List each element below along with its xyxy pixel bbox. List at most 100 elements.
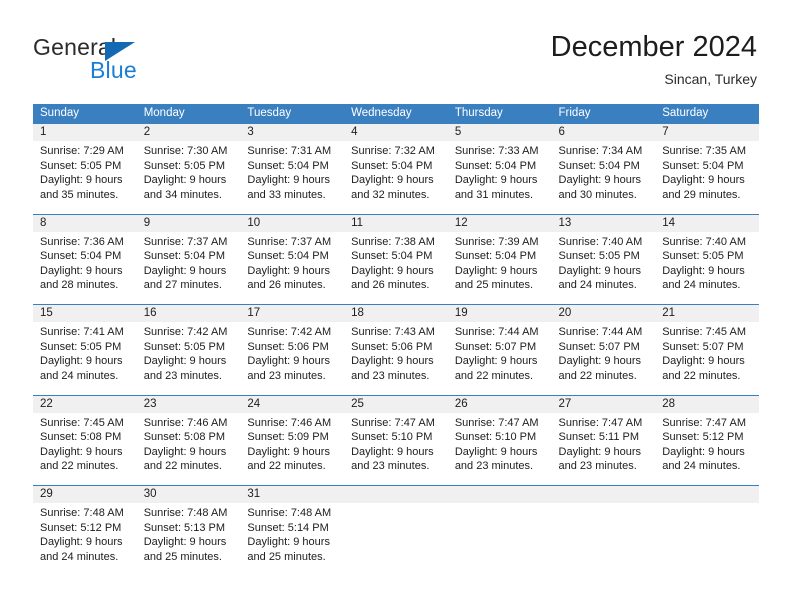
sunrise-label: Sunrise: 7:37 AM [143, 235, 228, 248]
daylight-label-cont: and 25 minutes. [454, 279, 534, 292]
day-cell[interactable]: Sunrise: 7:44 AM Sunset: 5:07 PM Dayligh… [448, 322, 552, 395]
weekday-header-thursday: Thursday [447, 104, 552, 124]
day-cell[interactable]: Sunrise: 7:43 AM Sunset: 5:06 PM Dayligh… [344, 322, 448, 395]
day-cell[interactable]: Sunrise: 7:47 AM Sunset: 5:11 PM Dayligh… [552, 413, 656, 486]
day-cell[interactable]: Sunrise: 7:44 AM Sunset: 5:07 PM Dayligh… [552, 322, 656, 395]
daylight-label-cont: and 35 minutes. [40, 188, 119, 201]
day-cell[interactable]: Sunrise: 7:37 AM Sunset: 5:04 PM Dayligh… [240, 232, 344, 305]
day-cell[interactable]: Sunrise: 7:47 AM Sunset: 5:10 PM Dayligh… [344, 413, 448, 486]
sunset-label: Sunset: 5:04 PM [247, 159, 329, 172]
sunrise-label: Sunrise: 7:31 AM [247, 145, 332, 157]
day-number[interactable]: 11 [344, 213, 448, 232]
daylight-label: Daylight: 9 hours [558, 264, 642, 277]
day-cell[interactable]: Sunrise: 7:30 AM Sunset: 5:05 PM Dayligh… [137, 141, 241, 214]
sunrise-label: Sunrise: 7:44 AM [558, 326, 643, 338]
day-cell[interactable]: Sunrise: 7:48 AM Sunset: 5:12 PM Dayligh… [33, 503, 137, 576]
day-number[interactable]: 26 [447, 394, 552, 413]
sunrise-sunset-calendar: Sunday Monday Tuesday Wednesday Thursday… [33, 104, 759, 576]
day-number[interactable]: 28 [655, 394, 759, 413]
day-cell[interactable]: Sunrise: 7:38 AM Sunset: 5:04 PM Dayligh… [344, 232, 448, 305]
day-cell[interactable]: Sunrise: 7:48 AM Sunset: 5:14 PM Dayligh… [240, 503, 344, 576]
day-number[interactable]: 16 [136, 304, 241, 322]
day-cell[interactable]: Sunrise: 7:35 AM Sunset: 5:04 PM Dayligh… [655, 141, 759, 214]
daylight-label-cont: and 23 minutes. [454, 460, 534, 473]
day-cell[interactable]: Sunrise: 7:45 AM Sunset: 5:07 PM Dayligh… [655, 322, 759, 395]
sunset-label: Sunset: 5:06 PM [351, 340, 433, 353]
sunset-label: Sunset: 5:05 PM [558, 250, 640, 263]
day-cell[interactable]: Sunrise: 7:29 AM Sunset: 5:05 PM Dayligh… [33, 141, 137, 214]
sunrise-label: Sunrise: 7:47 AM [454, 416, 539, 429]
day-number[interactable]: 22 [33, 394, 137, 413]
day-number[interactable]: 19 [447, 304, 552, 322]
day-cell[interactable]: Sunrise: 7:33 AM Sunset: 5:04 PM Dayligh… [448, 141, 552, 214]
day-cell[interactable]: Sunrise: 7:39 AM Sunset: 5:04 PM Dayligh… [448, 232, 552, 305]
day-number[interactable]: 5 [447, 123, 552, 141]
day-cell[interactable]: Sunrise: 7:36 AM Sunset: 5:04 PM Dayligh… [33, 232, 137, 305]
day-number[interactable]: 13 [551, 213, 656, 232]
daylight-label-cont: and 23 minutes. [351, 460, 430, 473]
day-number[interactable]: 21 [655, 304, 759, 322]
sunset-label: Sunset: 5:11 PM [558, 431, 640, 444]
sunset-label: Sunset: 5:04 PM [454, 159, 537, 172]
page-title: December 2024 [550, 31, 757, 63]
day-number[interactable]: 27 [551, 394, 656, 413]
day-cell-empty [551, 503, 656, 576]
day-number[interactable]: 8 [33, 213, 137, 232]
daylight-label: Daylight: 9 hours [40, 355, 123, 368]
daylight-label: Daylight: 9 hours [558, 174, 642, 187]
day-number[interactable]: 9 [136, 213, 241, 232]
day-cell[interactable]: Sunrise: 7:42 AM Sunset: 5:06 PM Dayligh… [240, 322, 344, 395]
day-cell[interactable]: Sunrise: 7:34 AM Sunset: 5:04 PM Dayligh… [552, 141, 656, 214]
day-cell[interactable]: Sunrise: 7:31 AM Sunset: 5:04 PM Dayligh… [240, 141, 344, 214]
day-cell[interactable]: Sunrise: 7:46 AM Sunset: 5:09 PM Dayligh… [240, 413, 344, 486]
day-cell[interactable]: Sunrise: 7:40 AM Sunset: 5:05 PM Dayligh… [655, 232, 759, 305]
calendar-page: General Blue December 2024 Sincan, Turke… [0, 0, 792, 612]
day-number[interactable]: 17 [240, 304, 345, 322]
day-number[interactable]: 12 [447, 213, 552, 232]
sunrise-label: Sunrise: 7:40 AM [558, 235, 643, 248]
day-number[interactable]: 7 [655, 123, 759, 141]
day-number[interactable]: 25 [344, 394, 448, 413]
sunset-label: Sunset: 5:04 PM [247, 250, 329, 263]
day-cell[interactable]: Sunrise: 7:42 AM Sunset: 5:05 PM Dayligh… [137, 322, 241, 395]
title-block: December 2024 Sincan, Turkey [551, 30, 757, 89]
day-number[interactable]: 23 [136, 394, 241, 413]
day-number[interactable]: 10 [240, 213, 345, 232]
day-number[interactable]: 31 [240, 485, 345, 503]
weekday-header-row: Sunday Monday Tuesday Wednesday Thursday… [33, 104, 759, 124]
day-number[interactable]: 2 [136, 123, 241, 141]
day-number[interactable]: 30 [136, 485, 241, 503]
day-cell[interactable]: Sunrise: 7:41 AM Sunset: 5:05 PM Dayligh… [33, 322, 137, 395]
daylight-label: Daylight: 9 hours [143, 264, 227, 277]
day-cell[interactable]: Sunrise: 7:37 AM Sunset: 5:04 PM Dayligh… [137, 232, 241, 305]
day-cell[interactable]: Sunrise: 7:47 AM Sunset: 5:10 PM Dayligh… [448, 413, 552, 486]
day-cell[interactable]: Sunrise: 7:47 AM Sunset: 5:12 PM Dayligh… [655, 413, 759, 486]
day-number-empty [655, 485, 759, 503]
day-number[interactable]: 29 [33, 485, 137, 503]
sunset-label: Sunset: 5:05 PM [662, 250, 744, 263]
sunrise-label: Sunrise: 7:37 AM [247, 235, 332, 248]
sunrise-label: Sunrise: 7:44 AM [454, 326, 539, 338]
general-blue-logo[interactable]: General Blue [33, 34, 253, 90]
sunset-label: Sunset: 5:04 PM [662, 159, 744, 172]
day-cell[interactable]: Sunrise: 7:48 AM Sunset: 5:13 PM Dayligh… [137, 503, 241, 576]
day-number[interactable]: 4 [344, 123, 448, 141]
sunset-label: Sunset: 5:04 PM [40, 250, 122, 263]
day-number[interactable]: 14 [655, 213, 759, 232]
daylight-label-cont: and 24 minutes. [40, 369, 119, 382]
week-3-daynum-row: 15 16 17 18 19 20 21 [33, 304, 759, 322]
day-number[interactable]: 24 [240, 394, 345, 413]
day-cell[interactable]: Sunrise: 7:40 AM Sunset: 5:05 PM Dayligh… [552, 232, 656, 305]
day-number[interactable]: 18 [344, 304, 448, 322]
day-number[interactable]: 15 [33, 304, 137, 322]
day-cell[interactable]: Sunrise: 7:46 AM Sunset: 5:08 PM Dayligh… [137, 413, 241, 486]
day-number[interactable]: 20 [551, 304, 656, 322]
day-number[interactable]: 6 [551, 123, 656, 141]
day-cell[interactable]: Sunrise: 7:32 AM Sunset: 5:04 PM Dayligh… [344, 141, 448, 214]
daylight-label: Daylight: 9 hours [454, 264, 538, 277]
daylight-label: Daylight: 9 hours [662, 355, 745, 368]
day-cell[interactable]: Sunrise: 7:45 AM Sunset: 5:08 PM Dayligh… [33, 413, 137, 486]
day-number[interactable]: 1 [33, 123, 137, 141]
sunset-label: Sunset: 5:04 PM [454, 250, 537, 263]
day-number[interactable]: 3 [240, 123, 345, 141]
